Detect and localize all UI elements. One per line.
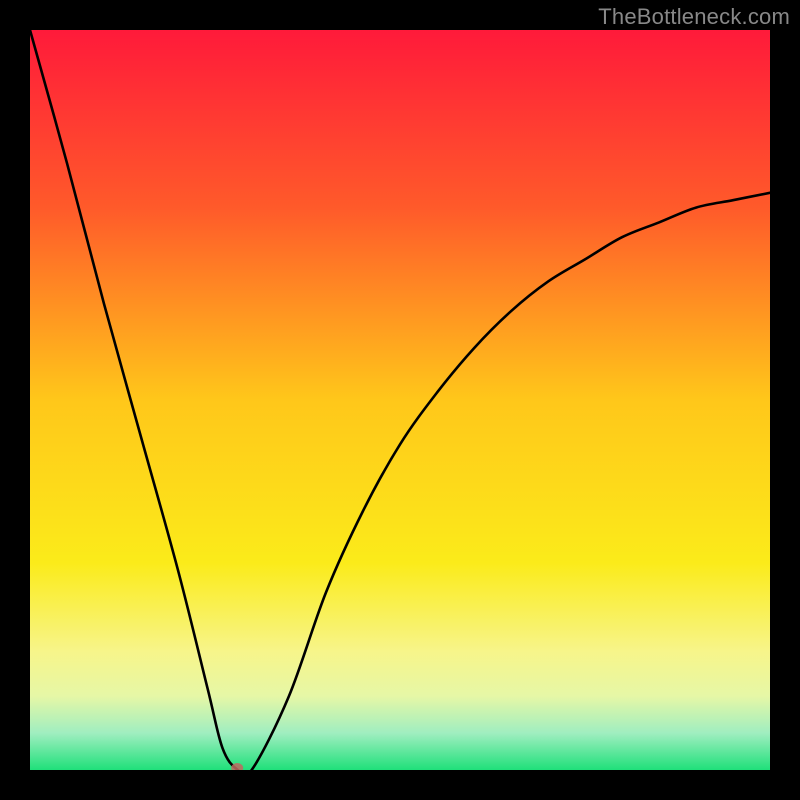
attribution-text: TheBottleneck.com	[598, 4, 790, 30]
gradient-background	[30, 30, 770, 770]
chart-frame: TheBottleneck.com	[0, 0, 800, 800]
bottleneck-curve-chart	[30, 30, 770, 770]
plot-area	[30, 30, 770, 770]
